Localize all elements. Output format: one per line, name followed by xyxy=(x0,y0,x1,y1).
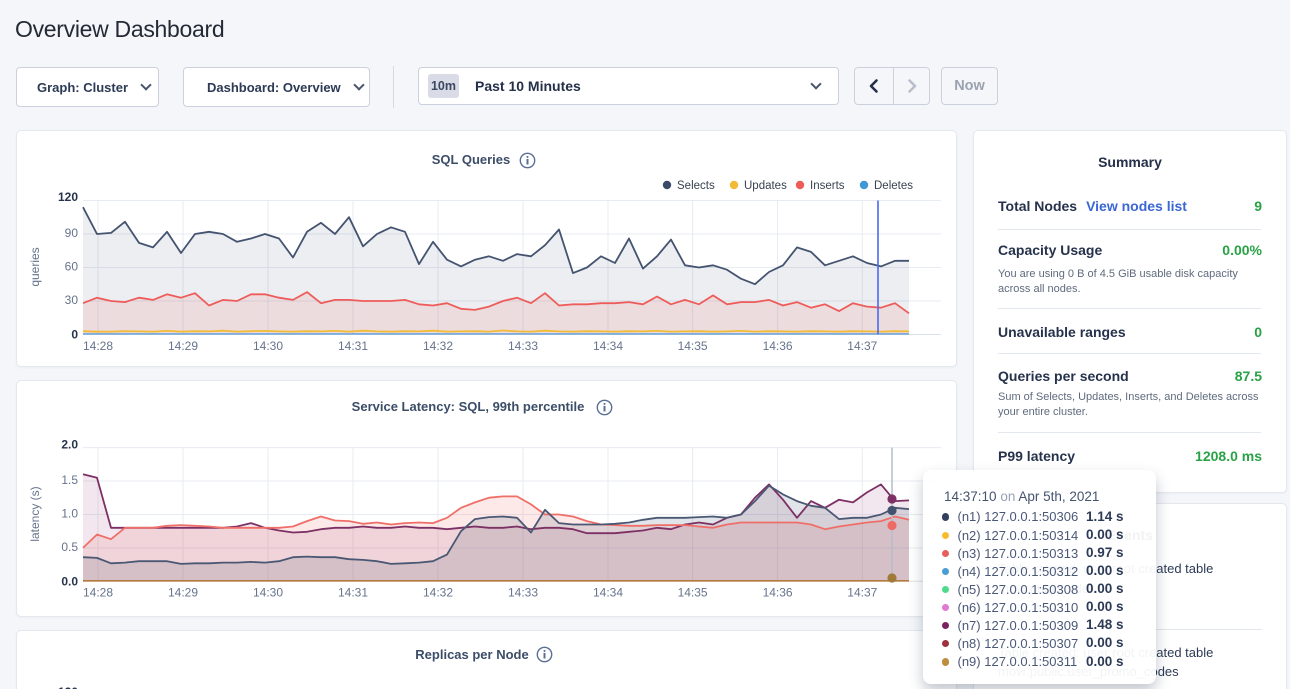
svg-text:0.5: 0.5 xyxy=(61,540,78,554)
svg-text:14:34: 14:34 xyxy=(593,586,623,600)
svg-text:14:36: 14:36 xyxy=(763,339,793,353)
svg-text:14:34: 14:34 xyxy=(593,339,623,353)
svg-text:Updates: Updates xyxy=(744,180,787,192)
svg-text:14:31: 14:31 xyxy=(338,339,368,353)
svg-text:Inserts: Inserts xyxy=(810,180,845,192)
svg-text:14:28: 14:28 xyxy=(83,586,113,600)
svg-text:Deletes: Deletes xyxy=(874,180,913,192)
svg-text:14:32: 14:32 xyxy=(423,586,453,600)
svg-text:14:28: 14:28 xyxy=(83,339,113,353)
svg-text:1.0: 1.0 xyxy=(61,507,78,521)
svg-text:Replicas per Node: Replicas per Node xyxy=(415,647,528,662)
svg-text:0.0: 0.0 xyxy=(61,574,78,588)
svg-text:14:36: 14:36 xyxy=(763,586,793,600)
svg-text:Service Latency: SQL, 99th per: Service Latency: SQL, 99th percentile xyxy=(352,399,585,414)
svg-text:14:37: 14:37 xyxy=(847,586,877,600)
svg-text:1.5: 1.5 xyxy=(61,473,78,487)
svg-text:14:29: 14:29 xyxy=(168,586,198,600)
svg-text:latency (s): latency (s) xyxy=(28,486,42,541)
svg-text:queries: queries xyxy=(28,247,42,286)
svg-text:14:35: 14:35 xyxy=(678,586,708,600)
svg-text:0: 0 xyxy=(71,328,78,342)
svg-text:30: 30 xyxy=(65,293,79,307)
svg-text:14:31: 14:31 xyxy=(338,586,368,600)
svg-text:90: 90 xyxy=(65,226,79,240)
svg-text:60: 60 xyxy=(65,260,79,274)
svg-text:120: 120 xyxy=(58,190,78,204)
svg-text:14:29: 14:29 xyxy=(168,339,198,353)
svg-text:Selects: Selects xyxy=(677,180,715,192)
svg-text:SQL Queries: SQL Queries xyxy=(432,152,511,167)
svg-text:14:30: 14:30 xyxy=(253,339,283,353)
svg-text:120: 120 xyxy=(58,685,78,689)
svg-text:2.0: 2.0 xyxy=(61,438,78,452)
svg-text:14:33: 14:33 xyxy=(508,339,538,353)
svg-text:14:37: 14:37 xyxy=(847,339,877,353)
svg-text:14:35: 14:35 xyxy=(678,339,708,353)
svg-text:14:33: 14:33 xyxy=(508,586,538,600)
svg-text:14:30: 14:30 xyxy=(253,586,283,600)
svg-text:14:32: 14:32 xyxy=(423,339,453,353)
